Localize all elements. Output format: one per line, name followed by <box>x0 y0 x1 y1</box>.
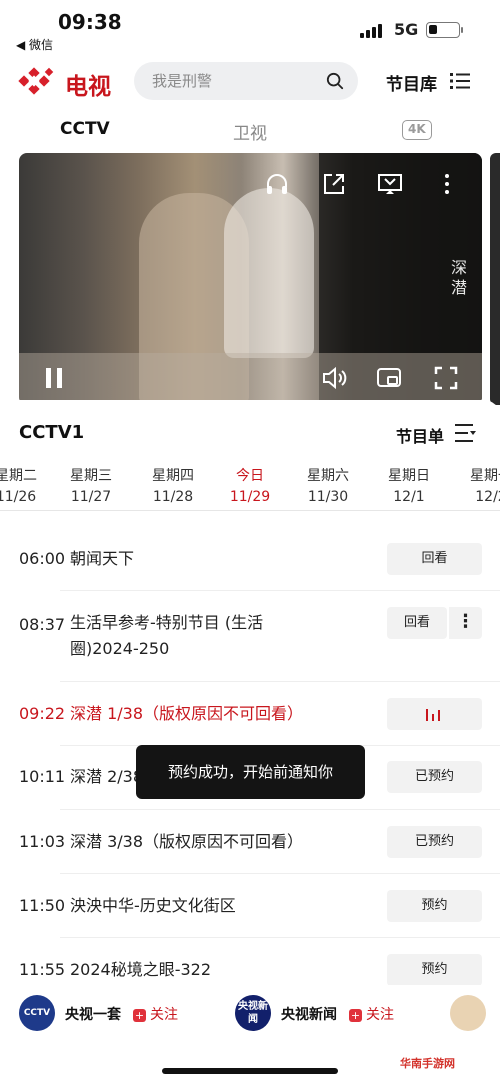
program-title: 泱泱中华-历史文化街区 <box>70 896 236 915</box>
now-playing-indicator[interactable] <box>387 698 482 730</box>
plus-icon: + <box>133 1009 146 1022</box>
program-title: 深潜 1/38（版权原因不可回看） <box>70 704 304 723</box>
pause-icon[interactable] <box>41 365 67 391</box>
program-time: 11:55 <box>19 960 66 979</box>
more-options-icon[interactable] <box>434 171 460 197</box>
program-time: 11:50 <box>19 896 66 915</box>
more-options-icon[interactable]: ⋮ <box>449 607 482 639</box>
home-indicator <box>162 1068 338 1074</box>
day-tab-today[interactable]: 今日 11/29 <box>220 466 280 508</box>
search-box[interactable] <box>134 62 358 100</box>
tab-4k[interactable]: 4K <box>402 120 432 140</box>
cctv-logo-icon <box>18 66 54 96</box>
program-time: 11:03 <box>19 832 66 851</box>
divider <box>60 809 500 810</box>
tab-cctv[interactable]: CCTV <box>60 119 110 139</box>
day-tab[interactable]: 星期日 12/1 <box>379 466 439 508</box>
divider <box>60 873 500 874</box>
program-title: 2024秘境之眼-322 <box>70 960 212 979</box>
account-cctv-news[interactable]: 央视新闻 央视新闻 + 关注 <box>235 995 405 1031</box>
program-schedule-link[interactable]: 节目单 <box>396 423 444 447</box>
picture-in-picture-icon[interactable] <box>376 365 402 391</box>
avatar: 央视新闻 <box>235 995 271 1031</box>
program-title: 深潜 3/38（版权原因不可回看） <box>70 832 304 851</box>
status-bar: 09:38 ◀ 微信 5G <box>0 0 500 56</box>
search-input[interactable] <box>152 62 322 100</box>
video-player[interactable]: 深潜 <box>19 153 482 405</box>
search-icon[interactable] <box>326 72 344 90</box>
plus-icon: + <box>349 1009 362 1022</box>
program-time: 10:11 <box>19 767 66 786</box>
cast-screen-icon[interactable] <box>377 171 403 197</box>
day-tab[interactable]: 星期一12/2 <box>461 466 500 508</box>
status-time: 09:38 <box>58 10 122 34</box>
program-time: 06:00 <box>19 549 66 568</box>
follow-bar: CCTV 央视一套 + 关注 央视新闻 央视新闻 + 关注 华南手游网 <box>0 985 500 1082</box>
program-time: 08:37 <box>19 615 66 634</box>
divider <box>60 937 500 938</box>
volume-icon[interactable] <box>321 365 347 391</box>
app-header: 电视 节目库 <box>0 60 500 104</box>
back-to-app-link[interactable]: ◀ 微信 <box>16 36 53 53</box>
site-watermark: 华南手游网 <box>400 1057 455 1070</box>
next-card-peek <box>490 153 500 405</box>
now-playing-icon <box>426 707 442 721</box>
audio-mode-icon[interactable] <box>264 171 290 197</box>
account-cctv1[interactable]: CCTV 央视一套 + 关注 <box>19 995 189 1031</box>
channel-name: CCTV1 <box>19 422 85 443</box>
show-watermark: 深潜 <box>451 258 468 297</box>
account-partial[interactable] <box>450 995 500 1031</box>
signal-icon <box>360 22 386 38</box>
account-name: 央视新闻 <box>281 1007 337 1023</box>
replay-button[interactable]: 回看 <box>387 607 447 639</box>
avatar: CCTV <box>19 995 55 1031</box>
replay-button[interactable]: 回看 <box>387 543 482 575</box>
battery-icon <box>426 22 463 38</box>
tab-satellite[interactable]: 卫视 <box>233 119 267 144</box>
video-frame-figure <box>224 188 314 358</box>
day-tab[interactable]: 星期二 11/26 <box>0 466 46 508</box>
program-library-link[interactable]: 节目库 <box>386 70 437 95</box>
share-icon[interactable] <box>321 171 347 197</box>
day-tab[interactable]: 星期六 11/30 <box>298 466 358 508</box>
day-tab[interactable]: 星期三 11/27 <box>61 466 121 508</box>
channel-category-tabs: CCTV 卫视 4K <box>0 112 500 148</box>
video-frame-table <box>19 353 482 405</box>
schedule-panel: CCTV1 节目单 星期二 11/26 星期三 11/27 星期四 11/28 今日 1… <box>0 400 500 990</box>
divider <box>60 590 500 591</box>
program-title: 生活早参考-特别节目 (生活圈)2024-250 <box>70 613 264 658</box>
list-icon[interactable] <box>450 72 470 90</box>
divider <box>60 681 500 682</box>
account-name: 央视一套 <box>65 1007 121 1023</box>
avatar <box>450 995 486 1031</box>
reserve-button[interactable]: 预约 <box>387 954 482 986</box>
date-selector: 星期二 11/26 星期三 11/27 星期四 11/28 今日 11/29 星期六 11… <box>0 466 500 510</box>
schedule-list-icon[interactable] <box>455 423 477 443</box>
day-tab[interactable]: 星期四 11/28 <box>143 466 203 508</box>
program-time: 09:22 <box>19 704 66 723</box>
reserved-button[interactable]: 已预约 <box>387 761 482 793</box>
follow-button[interactable]: + 关注 <box>349 1004 394 1024</box>
reserve-button[interactable]: 预约 <box>387 890 482 922</box>
follow-button[interactable]: + 关注 <box>133 1004 178 1024</box>
program-title: 朝闻天下 <box>70 549 135 568</box>
network-label: 5G <box>394 20 419 39</box>
divider <box>0 510 500 511</box>
toast-message: 预约成功，开始前通知你 <box>136 745 365 799</box>
fullscreen-icon[interactable] <box>433 365 459 391</box>
reserved-button[interactable]: 已预约 <box>387 826 482 858</box>
app-title: 电视 <box>65 74 111 100</box>
